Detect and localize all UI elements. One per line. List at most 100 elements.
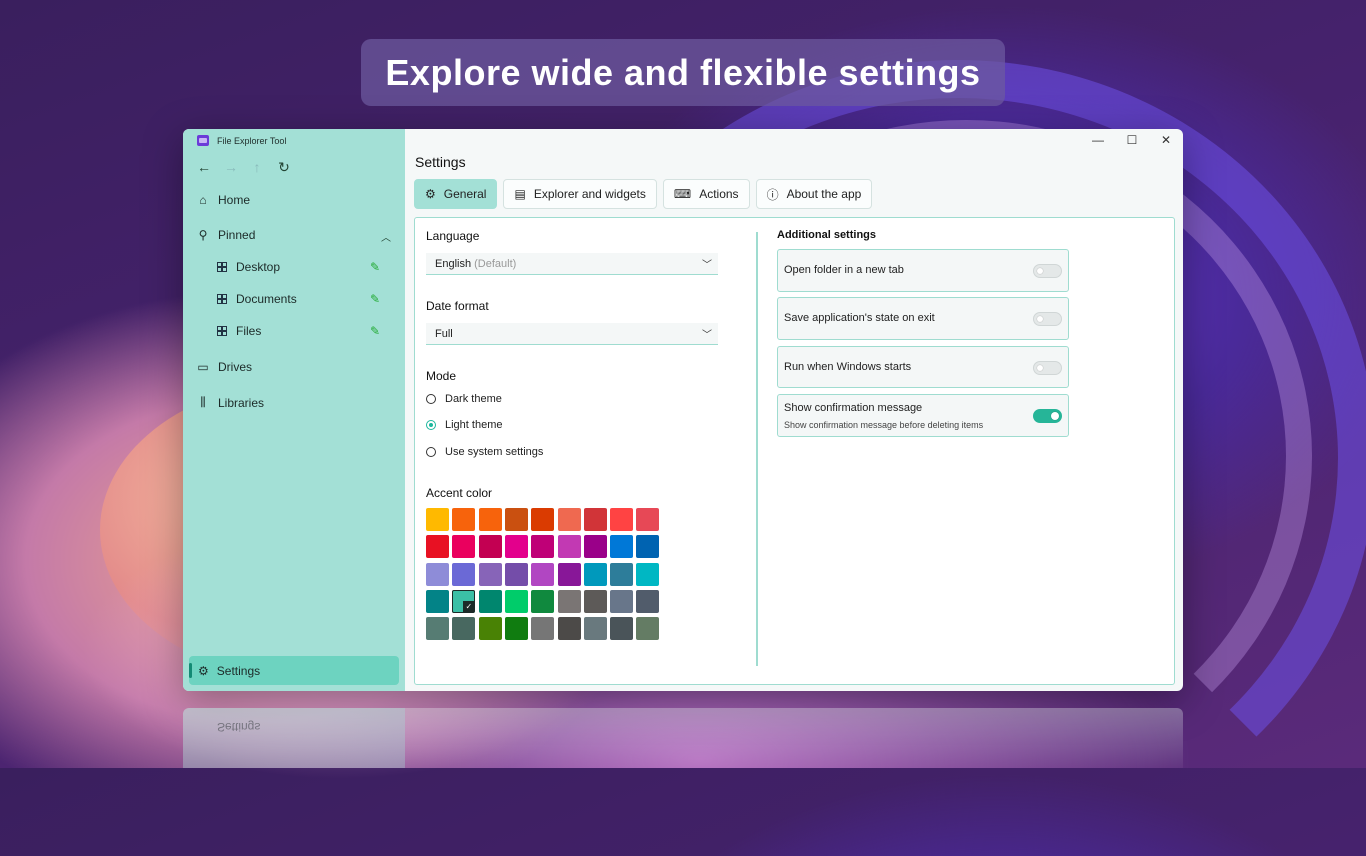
accent-swatch[interactable]: ✓ [452,589,476,613]
date-format-dropdown[interactable]: Full ﹀ [426,323,718,345]
accent-swatch[interactable] [452,617,476,641]
toggle-switch[interactable] [1033,312,1062,326]
setting-description: Show confirmation message before deletin… [784,420,984,430]
radio-dark-theme[interactable]: Dark theme [426,393,502,405]
unpin-icon[interactable]: ✎ [370,324,380,338]
sidebar-item-drives[interactable]: ▭ Drives [197,360,252,374]
unpin-icon[interactable]: ✎ [370,260,380,274]
accent-swatch[interactable] [504,562,528,586]
accent-swatch[interactable] [426,508,449,531]
tab-actions[interactable]: ⌨ Actions [662,179,750,209]
accent-swatch[interactable] [583,562,607,586]
unpin-icon[interactable]: ✎ [370,292,380,306]
tab-general[interactable]: ⚙ General [414,179,498,209]
window-controls: — ☐ ✕ [1081,133,1183,147]
accent-swatch[interactable] [610,508,634,531]
panel-divider [756,232,758,666]
back-arrow-icon[interactable]: ← [197,159,211,176]
close-button[interactable]: ✕ [1149,133,1183,147]
accent-swatch[interactable] [426,617,449,641]
accent-swatch[interactable] [426,535,449,559]
accent-swatch[interactable] [583,508,607,531]
accent-swatch[interactable] [426,562,449,586]
pinned-item-desktop[interactable]: Desktop ✎ [217,260,392,274]
forward-arrow-icon[interactable]: → [224,159,238,176]
accent-swatch[interactable] [636,589,660,613]
accent-swatch[interactable] [636,535,660,559]
language-suffix: (Default) [474,257,517,270]
accent-swatch[interactable] [583,589,607,613]
setting-title: Open folder in a new tab [784,264,904,276]
tab-explorer-widgets[interactable]: ▤ Explorer and widgets [503,179,657,209]
accent-swatch[interactable] [452,535,476,559]
radio-system-settings[interactable]: Use system settings [426,446,543,458]
accent-swatch[interactable] [478,508,502,531]
keyboard-icon: ⌨ [673,187,692,201]
accent-swatch[interactable] [610,589,634,613]
accent-swatch[interactable] [531,535,555,559]
sidebar-item-settings[interactable]: ⚙ Settings [189,656,399,685]
accent-swatch[interactable] [610,535,634,559]
accent-swatch[interactable] [557,617,581,641]
radio-light-theme[interactable]: Light theme [426,419,502,431]
promo-banner: Explore wide and flexible settings [361,39,1005,106]
date-format-label: Date format [426,299,489,313]
minimize-button[interactable]: — [1081,133,1115,147]
toggle-switch[interactable] [1033,264,1062,278]
drive-icon: ▭ [197,360,209,374]
sidebar-item-home[interactable]: ⌂ Home [197,193,250,207]
accent-swatch[interactable] [531,617,555,641]
accent-swatch[interactable] [478,617,502,641]
app-title-bar: File Explorer Tool [197,135,286,146]
radio-circle[interactable] [426,394,436,404]
accent-swatch[interactable] [478,562,502,586]
pinned-item-files[interactable]: Files ✎ [217,324,392,338]
accent-swatch[interactable] [583,535,607,559]
library-icon: ⫼ [200,395,206,409]
accent-color-label: Accent color [426,486,493,500]
accent-swatch[interactable] [478,589,502,613]
grid-icon [217,326,227,336]
setting-show-confirmation: Show confirmation message Show confirmat… [777,394,1069,437]
accent-swatch[interactable] [504,535,528,559]
accent-swatch[interactable] [452,508,476,531]
sidebar-item-pinned[interactable]: ⚲ Pinned [197,228,256,242]
accent-swatch[interactable] [504,508,528,531]
accent-swatch[interactable] [636,508,660,531]
refresh-icon[interactable]: ↻ [278,159,290,176]
pinned-item-documents[interactable]: Documents ✎ [217,292,392,306]
sidebar-item-label: Home [218,193,251,207]
sidebar-item-libraries[interactable]: ⫼ Libraries [197,395,264,410]
accent-swatch[interactable] [636,617,660,641]
tab-about[interactable]: ⓘ About the app [755,179,873,209]
toggle-switch[interactable] [1033,409,1062,423]
accent-swatch[interactable] [557,535,581,559]
accent-swatch[interactable] [636,562,660,586]
maximize-button[interactable]: ☐ [1115,133,1149,147]
accent-swatch[interactable] [531,508,555,531]
accent-swatch[interactable] [426,589,449,613]
chevron-up-icon[interactable]: ︿ [381,229,391,244]
radio-circle[interactable] [426,420,436,430]
toggle-switch[interactable] [1033,361,1062,375]
accent-swatch[interactable] [583,617,607,641]
accent-swatch[interactable] [531,589,555,613]
accent-swatch[interactable] [557,589,581,613]
settings-panel: Language English (Default) ﹀ Date format… [414,217,1175,685]
accent-swatch[interactable] [610,617,634,641]
grid-icon [217,262,227,272]
accent-swatch[interactable] [504,589,528,613]
sidebar-item-label: Libraries [218,395,265,410]
accent-swatch[interactable] [610,562,634,586]
accent-swatch[interactable] [504,617,528,641]
radio-circle[interactable] [426,447,436,457]
additional-settings-title: Additional settings [777,229,876,241]
accent-swatch[interactable] [531,562,555,586]
up-arrow-icon[interactable]: ↑ [251,159,263,176]
language-dropdown[interactable]: English (Default) ﹀ [426,253,718,275]
accent-swatch[interactable] [478,535,502,559]
accent-swatch[interactable] [557,508,581,531]
accent-swatch[interactable] [557,562,581,586]
accent-swatch[interactable] [452,562,476,586]
app-window: File Explorer Tool ← → ↑ ↻ ⌂ Home ⚲ Pinn… [183,129,1183,691]
